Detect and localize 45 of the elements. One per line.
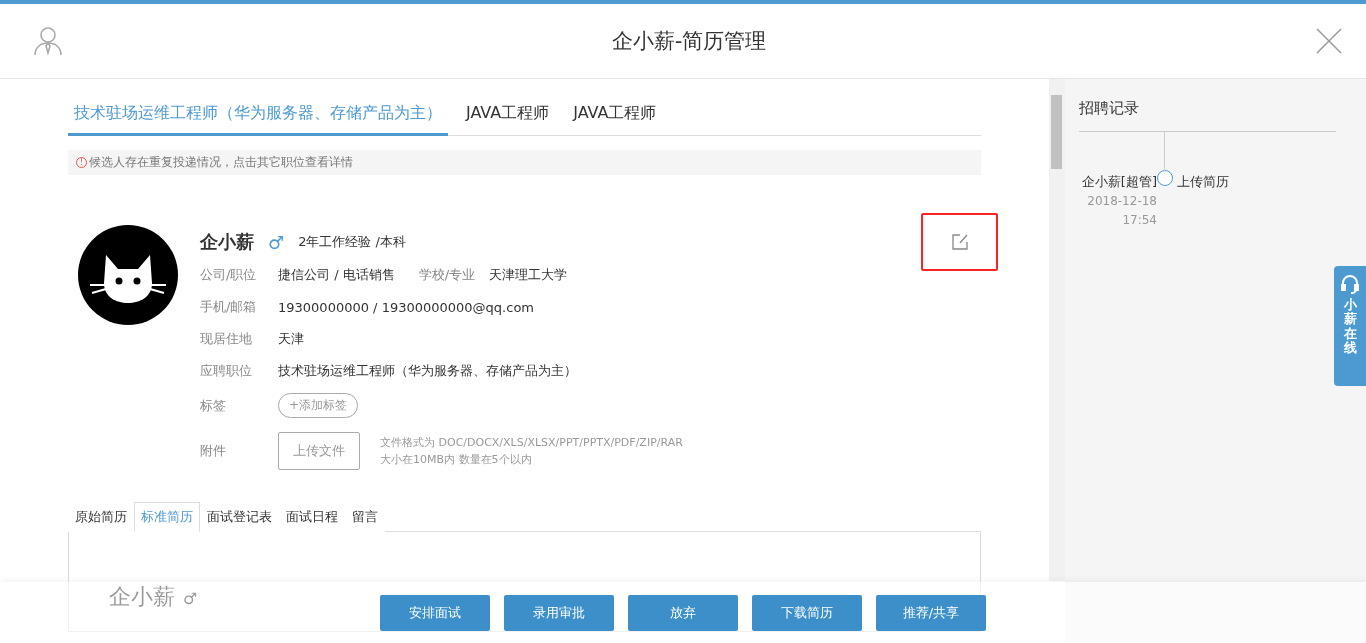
record-time: 17:54 [1121, 212, 1157, 229]
candidate-name: 企小薪 [200, 230, 254, 254]
field-value: 19300000000 / 19300000000@qq.com [278, 299, 534, 315]
field-value: 技术驻场运维工程师（华为服务器、存储产品为主） [278, 362, 577, 380]
preview-gender: ♂ [183, 589, 198, 608]
field-label: 应聘职位 [200, 362, 253, 380]
upload-file-button[interactable]: 上传文件 [278, 432, 360, 470]
field-label: 现居住地 [200, 330, 253, 348]
add-tag-button[interactable]: +添加标签 [278, 393, 359, 418]
action-button[interactable]: 下载简历 [752, 594, 862, 631]
resume-tab[interactable]: 标准简历 [134, 502, 200, 532]
timeline-dot [1157, 170, 1173, 186]
headset-icon [1340, 274, 1360, 294]
record-action: 上传简历 [1177, 173, 1230, 191]
upload-hint: 文件格式为 DOC/DOCX/XLS/XLSX/PPT/PPTX/PDF/ZIP/RAR [380, 435, 683, 451]
field-value: 捷信公司 / 电话销售 [278, 266, 395, 284]
job-tab[interactable]: 技术驻场运维工程师（华为服务器、存储产品为主） [68, 97, 448, 136]
job-tab[interactable]: JAVA工程师 [567, 97, 663, 136]
field-value: 天津理工大学 [489, 266, 568, 284]
notice-text: 候选人存在重复投递情况，点击其它职位查看详情 [89, 154, 353, 171]
field-label: 附件 [200, 442, 227, 460]
field-value: 天津 [278, 330, 304, 348]
action-button[interactable]: 推荐/共享 [876, 594, 986, 631]
scrollbar[interactable] [1049, 79, 1065, 581]
job-tab[interactable]: JAVA工程师 [460, 97, 556, 136]
field-label: 公司/职位 [200, 266, 258, 284]
field-label: 手机/邮箱 [200, 298, 258, 316]
window-title: 企小薪-简历管理 [611, 28, 767, 55]
preview-name: 企小薪 [109, 584, 175, 609]
record-actor: 企小薪[超管] [1080, 173, 1157, 191]
chat-tab[interactable]: 小薪在线 [1334, 266, 1366, 386]
record-date: 2018-12-18 [1086, 193, 1157, 210]
field-label: 标签 [200, 396, 227, 415]
candidate-summary: 2年工作经验 /本科 [298, 233, 406, 251]
field-label: 学校/专业 [418, 266, 476, 284]
upload-hint: 大小在10MB内 数量在5个以内 [380, 452, 533, 468]
action-button[interactable]: 录用审批 [504, 594, 614, 631]
edit-icon[interactable] [950, 233, 969, 251]
user-icon [34, 26, 62, 56]
close-icon[interactable] [1316, 28, 1342, 54]
gender-symbol: ♂ [268, 231, 285, 253]
panel-title: 招聘记录 [1079, 99, 1336, 132]
action-button[interactable]: 放弃 [628, 594, 738, 631]
chat-label: 小薪在线 [1343, 298, 1357, 356]
action-button[interactable]: 安排面试 [380, 594, 490, 631]
